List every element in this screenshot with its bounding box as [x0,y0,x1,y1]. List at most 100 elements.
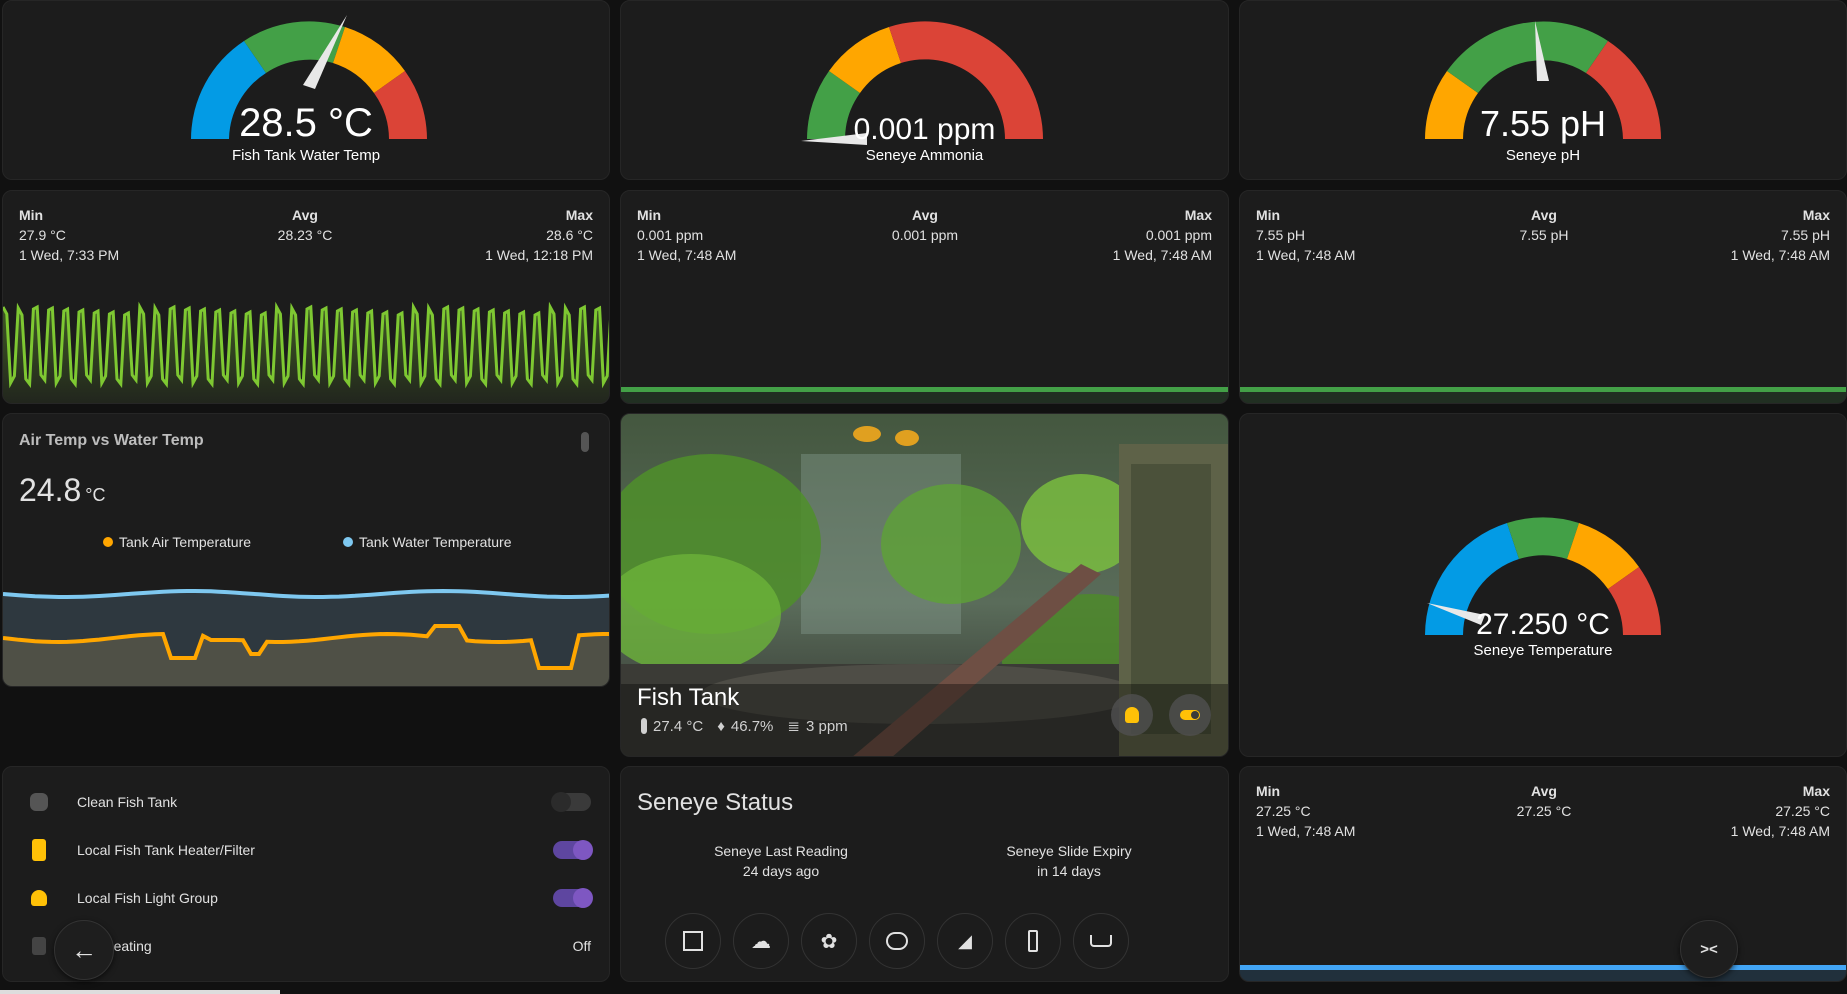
seneye-temp-stats-card[interactable]: Min 27.25 °C 1 Wed, 7:48 AM Avg 27.25 °C… [1239,766,1847,982]
min-time: 1 Wed, 7:48 AM [1256,823,1356,839]
picture-sensors: 27.4 °C ♦ 46.7% ≣ 3 ppm [641,717,848,735]
min-value: 27.25 °C [1256,803,1311,819]
heat-off-icon [21,931,57,961]
min-stat: Min 27.25 °C 1 Wed, 7:48 AM [1256,781,1355,841]
seneye-temp-gauge-card[interactable]: 27.250 °C Seneye Temperature [1239,413,1847,757]
collapse-arrows-icon: >< [1700,940,1718,958]
toggle-switch[interactable] [553,840,593,860]
air-vs-water-chart [3,588,609,686]
current-value: 24.8 °C [19,472,105,509]
entity-row-light-group[interactable]: Local Fish Light Group [21,883,593,913]
entity-state: Off [572,938,591,954]
gauge-value: 28.5 °C [239,101,373,145]
seneye-temp-flat-area [1240,970,1846,981]
slide-expiry[interactable]: Seneye Slide Expiry in 14 days [969,841,1169,881]
remote-icon [1028,930,1038,952]
thermometer-icon [581,432,589,452]
hand-wash-icon [21,787,57,817]
ammonia-stats-card[interactable]: Min 0.001 ppm 1 Wed, 7:48 AM Avg 0.001 p… [620,190,1229,404]
min-stat: Min 27.9 °C 1 Wed, 7:33 PM [19,205,119,265]
air-vs-water-card[interactable]: Air Temp vs Water Temp 24.8 °C Tank Air T… [2,413,610,687]
arrow-left-icon: ← [71,935,97,965]
entity-name: ank Heating [77,938,152,954]
gauge-name: Seneye Ammonia [865,147,984,164]
toggle-switch[interactable] [551,792,591,812]
max-label: Max [1802,783,1830,799]
avg-stat: Avg 0.001 ppm [865,205,985,245]
min-time: 1 Wed, 7:48 AM [637,247,737,263]
remote-button[interactable] [1005,913,1061,969]
legend-water[interactable]: Tank Water Temperature [343,534,512,550]
legend-dot [343,537,353,547]
value-number: 24.8 [19,472,82,508]
avg-value: 27.25 °C [1516,803,1572,819]
gauge-value: 0.001 ppm [853,113,996,146]
fishbowl-button[interactable] [869,913,925,969]
legend-air[interactable]: Tank Air Temperature [103,534,251,550]
power-socket-icon [21,835,57,865]
min-stat: Min 7.55 pH 1 Wed, 7:48 AM [1256,205,1355,265]
max-time: 1 Wed, 7:48 AM [1112,247,1212,263]
slide-expiry-value: in 14 days [1037,863,1101,879]
avg-value: 28.23 °C [277,227,333,243]
floor-plan-button[interactable] [665,913,721,969]
value-unit: °C [85,485,106,505]
lightbulb-group-glyph [31,890,47,906]
legend-label: Tank Air Temperature [119,534,252,550]
max-label: Max [1184,207,1212,223]
cctv-button[interactable]: ◢ [937,913,993,969]
toggle-switch[interactable] [553,888,593,908]
fish-tank-picture-card[interactable]: Fish Tank 27.4 °C ♦ 46.7% ≣ 3 ppm [620,413,1229,757]
max-time: 1 Wed, 7:48 AM [1730,247,1830,263]
picture-title: Fish Tank [637,684,740,711]
min-stat: Min 0.001 ppm 1 Wed, 7:48 AM [637,205,736,265]
ph-gauge-card[interactable]: 7.55 pH Seneye pH [1239,0,1847,180]
avg-value: 7.55 pH [1519,227,1569,243]
max-time: 1 Wed, 12:18 PM [485,247,593,263]
gauge-value: 27.250 °C [1476,608,1610,641]
max-label: Max [565,207,593,223]
entity-row-clean-fish-tank[interactable]: Clean Fish Tank [21,787,591,817]
flower-icon: ✿ [820,930,838,953]
cctv-icon: ◢ [958,930,972,951]
bottom-scrollbar[interactable] [0,990,280,994]
ph-stats-card[interactable]: Min 7.55 pH 1 Wed, 7:48 AM Avg 7.55 pH M… [1239,190,1847,404]
max-value: 7.55 pH [1780,227,1830,243]
weather-button[interactable]: ☁ [733,913,789,969]
thermometer-icon [641,718,647,734]
entity-name: Local Fish Light Group [77,890,218,906]
entity-row-heater-filter[interactable]: Local Fish Tank Heater/Filter [21,835,593,865]
toggle-switch-icon [1180,710,1200,720]
weather-icon: ☁ [751,930,771,953]
back-button[interactable]: ← [54,920,114,980]
power-socket-glyph [32,839,46,861]
last-reading[interactable]: Seneye Last Reading 24 days ago [681,841,881,881]
bath-button[interactable] [1073,913,1129,969]
gauge-name: Seneye pH [1505,147,1581,164]
min-time: 1 Wed, 7:33 PM [19,247,120,263]
legend-dot [103,537,113,547]
max-value: 28.6 °C [546,227,593,243]
gauge-name: Seneye Temperature [1473,642,1613,659]
ammonia-gauge-card[interactable]: 0.001 ppm Seneye Ammonia [620,0,1229,180]
avg-stat: Avg 27.25 °C [1494,781,1594,821]
min-value: 7.55 pH [1256,227,1306,243]
seneye-status-card: Seneye Status Seneye Last Reading 24 day… [620,766,1229,982]
water-temp-gauge-card[interactable]: 28.5 °C Fish Tank Water Temp [2,0,610,180]
min-label: Min [637,207,662,223]
card-title: Seneye Status [637,789,794,816]
min-label: Min [1256,207,1281,223]
toggle-knob [573,888,593,908]
gauge-value: 7.55 pH [1479,103,1607,144]
max-stat: Max 28.6 °C 1 Wed, 12:18 PM [485,205,593,265]
ppm-value: 3 ppm [805,717,848,735]
flower-button[interactable]: ✿ [801,913,857,969]
lightbulb-group-icon [21,883,57,913]
collapse-sidebar-button[interactable]: >< [1680,920,1738,978]
lightbulb-button[interactable] [1111,694,1153,736]
toggle-button[interactable] [1169,694,1211,736]
water-temp-stats-card[interactable]: Min 27.9 °C 1 Wed, 7:33 PM Avg 28.23 °C … [2,190,610,404]
ph-flat-area [1240,392,1846,403]
fishbowl-icon [886,932,908,950]
hand-wash-glyph [30,793,48,811]
